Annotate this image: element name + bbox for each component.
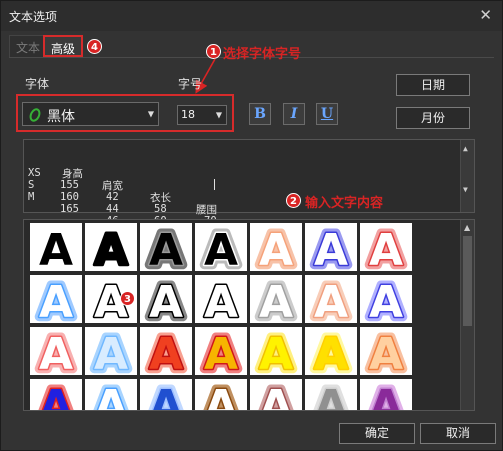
style-glyph: A bbox=[39, 381, 73, 411]
text-style-tile[interactable]: AA bbox=[140, 223, 192, 271]
text-style-tile[interactable]: AA bbox=[30, 275, 82, 323]
text-style-tile[interactable]: AA bbox=[195, 327, 247, 375]
text-style-tile[interactable]: AA bbox=[250, 327, 302, 375]
style-glyph: A bbox=[204, 225, 238, 271]
font-size-select[interactable]: 18 ▼ bbox=[177, 105, 227, 125]
text-style-tile[interactable]: AA bbox=[195, 223, 247, 271]
cancel-button[interactable]: 取消 bbox=[420, 423, 496, 444]
style-glyph: A bbox=[314, 381, 348, 411]
font-size-value: 18 bbox=[181, 108, 195, 121]
style-glyph: A bbox=[369, 381, 403, 411]
tab-advanced[interactable]: 高级 bbox=[43, 35, 84, 57]
font-size-label: 字号 bbox=[178, 77, 203, 91]
text-style-tile[interactable]: AA bbox=[30, 327, 82, 375]
window-title: 文本选项 bbox=[9, 10, 58, 24]
callout-4: 4 bbox=[87, 39, 102, 54]
text-style-tile[interactable]: A bbox=[85, 223, 137, 271]
font-family-label: 字体 bbox=[25, 77, 50, 91]
style-glyph: A bbox=[369, 225, 403, 271]
text-style-tile[interactable]: AA bbox=[85, 379, 137, 411]
scroll-up-icon[interactable]: ▲ bbox=[464, 223, 470, 232]
style-glyph: A bbox=[259, 381, 293, 411]
font-icon bbox=[29, 108, 41, 122]
style-glyph: A bbox=[39, 225, 73, 271]
style-glyph: A bbox=[149, 381, 183, 411]
chevron-down-icon: ▼ bbox=[215, 110, 222, 120]
style-glyph: A bbox=[204, 381, 238, 411]
annotation-input-text: 输入文字内容 bbox=[305, 196, 384, 211]
style-glyph: A bbox=[204, 329, 238, 375]
text-scrollbar[interactable]: ▲ ▼ bbox=[460, 140, 474, 212]
style-glyph: A bbox=[94, 225, 128, 271]
chevron-down-icon: ▼ bbox=[147, 109, 154, 119]
annotation-choose-font: 选择字体字号 bbox=[223, 47, 302, 62]
text-style-tile[interactable]: AA bbox=[305, 223, 357, 271]
text-style-tile[interactable]: AA bbox=[140, 379, 192, 411]
text-style-tile[interactable]: AA bbox=[250, 223, 302, 271]
scroll-down-icon[interactable]: ▼ bbox=[463, 185, 468, 194]
text-style-tile[interactable]: AA bbox=[30, 379, 82, 411]
text-style-tile[interactable]: AA bbox=[305, 379, 357, 411]
text-style-tile[interactable]: AA bbox=[360, 223, 412, 271]
style-glyph: A bbox=[204, 277, 238, 323]
style-glyph: A bbox=[314, 329, 348, 375]
month-button[interactable]: 月份 bbox=[396, 107, 470, 129]
style-glyph: A bbox=[149, 277, 183, 323]
bold-button[interactable]: B bbox=[249, 103, 271, 125]
style-glyph: A bbox=[149, 225, 183, 271]
text-cursor bbox=[214, 179, 215, 190]
style-glyph: A bbox=[149, 329, 183, 375]
text-style-tile[interactable]: AA bbox=[360, 379, 412, 411]
style-glyph: A bbox=[314, 277, 348, 323]
style-glyph: A bbox=[314, 225, 348, 271]
callout-1: 1 bbox=[206, 44, 221, 59]
text-style-tile[interactable]: AA bbox=[305, 275, 357, 323]
date-button[interactable]: 日期 bbox=[396, 74, 470, 96]
text-style-tile[interactable]: AA bbox=[250, 275, 302, 323]
text-style-tile[interactable]: AA bbox=[360, 327, 412, 375]
style-glyph: A bbox=[259, 277, 293, 323]
tab-text[interactable]: 文本 bbox=[9, 35, 48, 57]
text-style-gallery: AAAAAAAAAAAAAAAAAAAAAAAAAAAAAAAAAAAAAAAA… bbox=[23, 219, 475, 411]
style-glyph: A bbox=[369, 329, 403, 375]
text-style-tile[interactable]: AA bbox=[140, 275, 192, 323]
style-glyph: A bbox=[94, 381, 128, 411]
style-glyph: A bbox=[94, 329, 128, 375]
text-content-input[interactable]: 身高 肩宽 衣长 腰围 XS 155 42 58 70 S 160 44 60 … bbox=[23, 139, 475, 251]
ok-button[interactable]: 确定 bbox=[339, 423, 415, 444]
text-style-tile[interactable]: AA bbox=[195, 379, 247, 411]
text-style-tile[interactable]: AA bbox=[360, 275, 412, 323]
scrollbar-thumb[interactable] bbox=[463, 236, 472, 326]
close-icon[interactable]: ✕ bbox=[479, 6, 492, 24]
text-style-tile[interactable]: A bbox=[195, 275, 247, 323]
text-options-dialog: 文本选项 ✕ 文本 高级 4 1 选择字体字号 字体 字号 黑体 ▼ 18 ▼ … bbox=[0, 0, 503, 451]
callout-2: 2 bbox=[286, 193, 301, 208]
style-glyph: A bbox=[39, 329, 73, 375]
text-style-tile[interactable]: AA bbox=[85, 327, 137, 375]
style-glyph: A bbox=[39, 277, 73, 323]
text-style-tile[interactable]: A bbox=[30, 223, 82, 271]
scroll-up-icon[interactable]: ▲ bbox=[463, 144, 468, 153]
underline-button[interactable]: U bbox=[316, 103, 338, 125]
callout-3: 3 bbox=[120, 291, 135, 306]
italic-button[interactable]: I bbox=[283, 103, 305, 125]
title-bar: 文本选项 ✕ bbox=[1, 1, 502, 31]
text-style-tile[interactable]: AA bbox=[250, 379, 302, 411]
style-glyph: A bbox=[259, 225, 293, 271]
style-glyph: A bbox=[259, 329, 293, 375]
gallery-scrollbar[interactable]: ▲ bbox=[460, 220, 474, 410]
text-style-tile[interactable]: AA bbox=[305, 327, 357, 375]
font-family-select[interactable]: 黑体 ▼ bbox=[22, 102, 159, 126]
font-family-value: 黑体 bbox=[47, 109, 75, 125]
style-glyph: A bbox=[369, 277, 403, 323]
text-style-tile[interactable]: AA bbox=[140, 327, 192, 375]
